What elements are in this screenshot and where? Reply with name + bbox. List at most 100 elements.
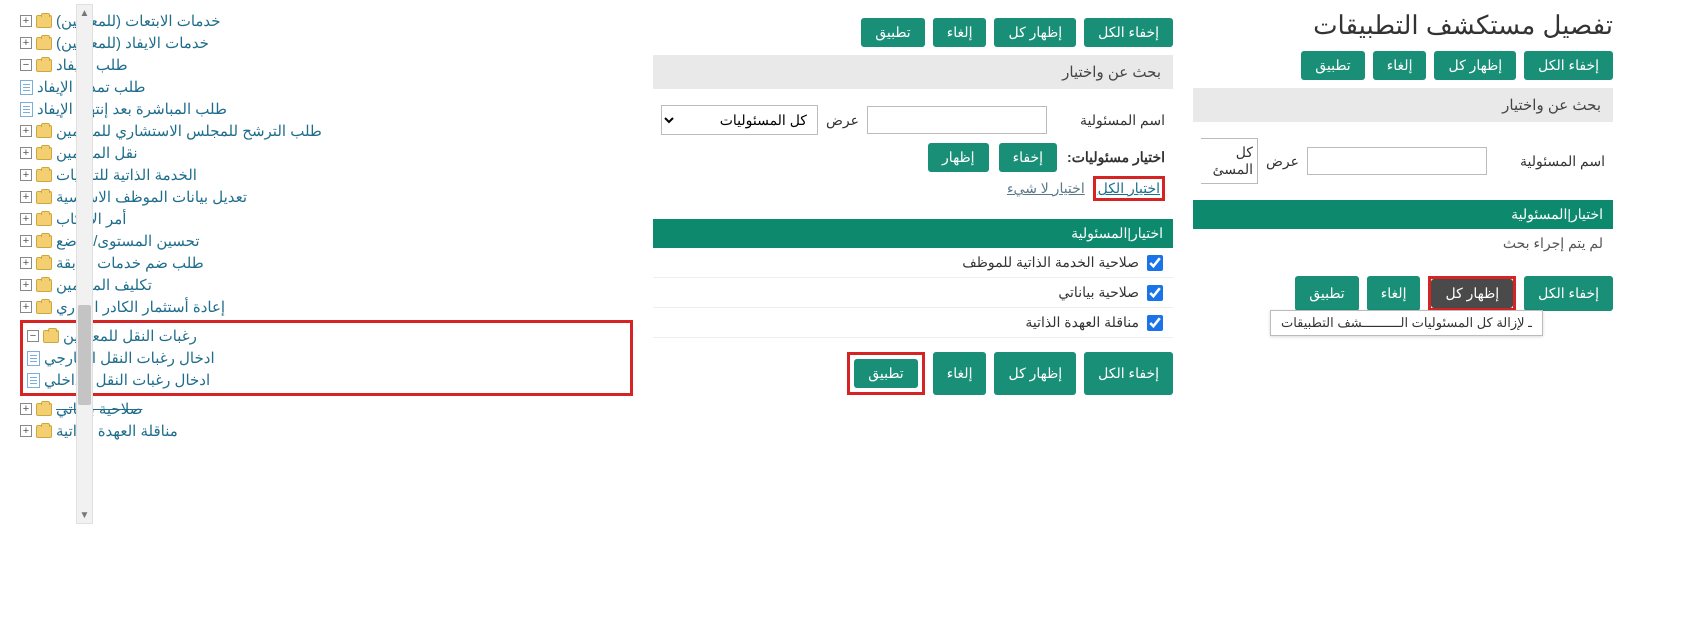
expand-icon[interactable]: + xyxy=(20,403,32,415)
hide-button[interactable]: إخفاء xyxy=(999,143,1057,172)
tree-node-15[interactable]: ادخال رغبات النقل الخارجي xyxy=(27,347,626,369)
resp-select[interactable]: كل المسئوليات xyxy=(661,105,818,135)
scroll-thumb[interactable] xyxy=(78,305,91,405)
tree-node-6[interactable]: نقل المعلمين + xyxy=(20,142,633,164)
apply-button[interactable]: تطبيق xyxy=(1301,51,1365,80)
resp-name-label: اسم المسئولية xyxy=(1495,153,1605,170)
tree-node-7[interactable]: الخدمة الذاتية للترقيات+ xyxy=(20,164,633,186)
tree-node-label[interactable]: ادخال رغبات النقل الداخلي xyxy=(44,371,210,389)
all-resp-truncated: كل المسئ xyxy=(1201,138,1258,184)
tree-node-4[interactable]: طلب المباشرة بعد إنتهاء الإيفاد xyxy=(20,98,633,120)
display-label: عرض xyxy=(1266,153,1299,170)
resp-checkbox-2[interactable] xyxy=(1147,315,1163,331)
collapse-icon[interactable]: − xyxy=(27,330,39,342)
display-label-mid: عرض xyxy=(826,112,859,129)
hide-all-button-mid[interactable]: إخفاء الكل xyxy=(1084,18,1173,47)
tree-node-label[interactable]: طلب المباشرة بعد إنتهاء الإيفاد xyxy=(37,100,227,118)
select-all-link[interactable]: اختيار الكل xyxy=(1098,180,1160,196)
expand-icon[interactable]: + xyxy=(20,257,32,269)
apply-button-mid-2[interactable]: تطبيق xyxy=(854,359,918,388)
cancel-button-mid[interactable]: إلغاء xyxy=(933,18,987,47)
tree-node-16[interactable]: ادخال رغبات النقل الداخلي xyxy=(27,369,626,391)
expand-icon[interactable]: + xyxy=(20,301,32,313)
no-search-text: لم يتم إجراء بحث xyxy=(1193,229,1613,258)
tree-node-8[interactable]: تعديل بيانات الموظف الاساسية+ xyxy=(20,186,633,208)
cancel-button-2[interactable]: إلغاء xyxy=(1367,276,1421,311)
apply-button-mid[interactable]: تطبيق xyxy=(861,18,925,47)
expand-icon[interactable]: + xyxy=(20,15,32,27)
tree-node-1[interactable]: خدمات الايفاد (للمعلمين)+ xyxy=(20,32,633,54)
vertical-scrollbar[interactable]: ▲ ▼ xyxy=(76,4,93,524)
tree-node-14[interactable]: رغبات النقل للمعلمين− xyxy=(27,325,626,347)
bottom-buttons-right: إخفاء الكل إظهار كل إلغاء تطبيق xyxy=(1193,276,1613,311)
resp-checkbox-1[interactable] xyxy=(1147,285,1163,301)
resp-name-input-mid[interactable] xyxy=(867,106,1047,134)
folder-icon xyxy=(36,257,52,270)
folder-icon xyxy=(36,301,52,314)
tree-node-2[interactable]: طلب الايفاد− xyxy=(20,54,633,76)
show-all-button-2-hover[interactable]: إظهار كل xyxy=(1431,279,1513,308)
cancel-button[interactable]: إلغاء xyxy=(1373,51,1427,80)
collapse-icon[interactable]: − xyxy=(20,59,32,71)
tree-node-17[interactable]: صلاحية بياناتي + xyxy=(20,398,633,420)
tree-node-11[interactable]: طلب ضم خدمات سابقة+ xyxy=(20,252,633,274)
bottom-buttons-mid: إخفاء الكل إظهار كل إلغاء تطبيق xyxy=(653,352,1173,395)
app-tree: خدمات الابتعات (للمعلمين)+خدمات الايفاد … xyxy=(20,10,633,442)
expand-icon[interactable]: + xyxy=(20,213,32,225)
expand-icon[interactable]: + xyxy=(20,191,32,203)
search-panel-header-mid: بحث عن واختيار xyxy=(653,55,1173,89)
resp-name-label-mid: اسم المسئولية xyxy=(1055,112,1165,129)
folder-icon xyxy=(43,330,59,343)
show-all-button-mid[interactable]: إظهار كل xyxy=(994,18,1076,47)
document-icon xyxy=(20,102,33,117)
tree-node-3[interactable]: طلب تمديد الإيفاد xyxy=(20,76,633,98)
hide-all-button[interactable]: إخفاء الكل xyxy=(1524,51,1613,80)
tree-node-9[interactable]: أمر الاركاب+ xyxy=(20,208,633,230)
folder-icon xyxy=(36,147,52,160)
apply-button-2[interactable]: تطبيق xyxy=(1295,276,1359,311)
folder-icon xyxy=(36,125,52,138)
highlighted-tree-group: رغبات النقل للمعلمين− ادخال رغبات النقل ا… xyxy=(20,320,633,396)
expand-icon[interactable]: + xyxy=(20,235,32,247)
tree-node-label[interactable]: صلاحية بياناتي xyxy=(56,400,142,418)
hide-all-button-mid-2[interactable]: إخفاء الكل xyxy=(1084,352,1173,395)
show-all-button[interactable]: إظهار كل xyxy=(1434,51,1516,80)
show-all-button-mid-2[interactable]: إظهار كل xyxy=(994,352,1076,395)
expand-icon[interactable]: + xyxy=(20,279,32,291)
tree-node-label[interactable]: تكليف المعلمين xyxy=(56,276,152,294)
expand-icon[interactable]: + xyxy=(20,147,32,159)
folder-icon xyxy=(36,37,52,50)
resp-label-0: صلاحية الخدمة الذاتية للموظف xyxy=(962,254,1139,271)
resp-name-input[interactable] xyxy=(1307,147,1487,175)
folder-icon xyxy=(36,279,52,292)
expand-icon[interactable]: + xyxy=(20,125,32,137)
tree-node-label[interactable]: مناقلة العهدة الذاتية xyxy=(56,422,178,440)
cancel-button-mid-2[interactable]: إلغاء xyxy=(933,352,987,395)
hide-all-button-2[interactable]: إخفاء الكل xyxy=(1524,276,1613,311)
expand-icon[interactable]: + xyxy=(20,425,32,437)
resp-checkbox-0[interactable] xyxy=(1147,255,1163,271)
tree-node-18[interactable]: مناقلة العهدة الذاتية + xyxy=(20,420,633,442)
tree-node-label[interactable]: نقل المعلمين xyxy=(56,144,138,162)
resp-row-0: صلاحية الخدمة الذاتية للموظف xyxy=(653,248,1173,278)
page-title: تفصيل مستكشف التطبيقات xyxy=(1193,10,1613,41)
tree-node-label[interactable]: ادخال رغبات النقل الخارجي xyxy=(44,349,215,367)
scroll-down-icon[interactable]: ▼ xyxy=(77,507,92,523)
expand-icon[interactable]: + xyxy=(20,37,32,49)
scroll-up-icon[interactable]: ▲ xyxy=(77,5,92,21)
document-icon xyxy=(27,351,40,366)
tree-node-13[interactable]: إعادة أستثمار الكادر الإداري+ xyxy=(20,296,633,318)
tree-node-5[interactable]: طلب الترشح للمجلس الاستشاري للمعلمين + xyxy=(20,120,633,142)
expand-icon[interactable]: + xyxy=(20,169,32,181)
tree-node-0[interactable]: خدمات الابتعات (للمعلمين)+ xyxy=(20,10,633,32)
resp-label-2: مناقلة العهدة الذاتية xyxy=(1025,314,1139,331)
search-panel-header: بحث عن واختيار xyxy=(1193,88,1613,122)
select-none-link[interactable]: اختيار لا شيء xyxy=(1007,180,1085,196)
tree-node-12[interactable]: تكليف المعلمين + xyxy=(20,274,633,296)
show-button[interactable]: إظهار xyxy=(928,143,989,172)
choose-resp-label: اختيار مسئوليات: xyxy=(1067,149,1165,166)
folder-icon xyxy=(36,191,52,204)
tree-node-label[interactable]: طلب الترشح للمجلس الاستشاري للمعلمين xyxy=(56,122,322,140)
tree-node-10[interactable]: تحسين المستوى/الوضع+ xyxy=(20,230,633,252)
document-icon xyxy=(20,80,33,95)
